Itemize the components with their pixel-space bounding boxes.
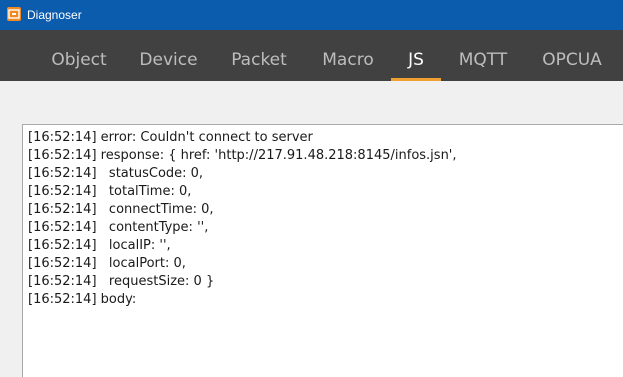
tab-macro[interactable]: Macro bbox=[312, 30, 384, 81]
window-title: Diagnoser bbox=[27, 8, 82, 22]
tab-label: JS bbox=[408, 50, 424, 70]
tab-label: Device bbox=[139, 50, 198, 70]
tab-label: OPCUA bbox=[542, 50, 602, 70]
tab-js[interactable]: JS bbox=[391, 30, 441, 81]
tab-mqtt[interactable]: MQTT bbox=[451, 30, 515, 81]
tab-label: Macro bbox=[322, 50, 374, 70]
log-line: [16:52:14] contentType: '', bbox=[28, 220, 209, 235]
log-output[interactable]: [16:52:14] error: Couldn't connect to se… bbox=[22, 124, 623, 377]
tab-label: MQTT bbox=[458, 50, 508, 70]
log-line: [16:52:14] error: Couldn't connect to se… bbox=[28, 130, 313, 145]
title-bar: Diagnoser bbox=[0, 0, 623, 30]
log-line: [16:52:14] requestSize: 0 } bbox=[28, 274, 215, 289]
tab-label: Object bbox=[51, 50, 107, 70]
tab-packet[interactable]: Packet bbox=[223, 30, 295, 81]
log-lines: [16:52:14] error: Couldn't connect to se… bbox=[28, 129, 457, 309]
tab-device[interactable]: Device bbox=[131, 30, 206, 81]
log-line: [16:52:14] localPort: 0, bbox=[28, 256, 186, 271]
tab-label: Packet bbox=[231, 50, 287, 70]
tab-object[interactable]: Object bbox=[44, 30, 114, 81]
log-line: [16:52:14] response: { href: 'http://217… bbox=[28, 148, 457, 163]
log-line: [16:52:14] totalTime: 0, bbox=[28, 184, 192, 199]
log-line: [16:52:14] connectTime: 0, bbox=[28, 202, 214, 217]
log-line: [16:52:14] statusCode: 0, bbox=[28, 166, 204, 181]
tab-opcua[interactable]: OPCUA bbox=[532, 30, 612, 81]
tab-bar: Object Device Packet Macro JS MQTT OPCUA bbox=[0, 30, 623, 81]
log-line: [16:52:14] body: bbox=[28, 292, 137, 307]
app-icon bbox=[7, 7, 21, 21]
log-line: [16:52:14] localIP: '', bbox=[28, 238, 171, 253]
